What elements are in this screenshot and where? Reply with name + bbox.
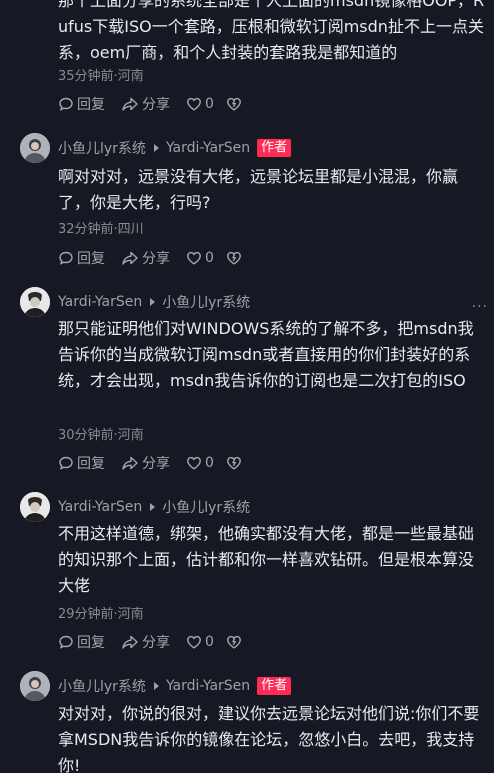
- like-count: 0: [205, 634, 214, 650]
- play-arrow-icon: [150, 503, 156, 511]
- like-icon: [187, 635, 201, 649]
- like-count: 0: [205, 455, 214, 471]
- comment-text: 那个上面分享的系统全部是个人上面的msdn镜像格OOP，Rufus下载ISO一个…: [58, 0, 485, 62]
- share-icon: [122, 456, 138, 470]
- dislike-icon: [227, 456, 241, 470]
- dislike-button[interactable]: [226, 455, 245, 471]
- reply-icon: [59, 251, 73, 265]
- share-label: 分享: [142, 635, 170, 651]
- comment-actions: 回复 分享 0: [58, 453, 245, 473]
- dislike-icon: [227, 635, 241, 649]
- share-label: 分享: [142, 456, 170, 472]
- like-icon: [187, 251, 201, 265]
- like-button[interactable]: 0: [186, 634, 214, 650]
- reply-button[interactable]: 回复: [58, 94, 105, 114]
- username[interactable]: Yardi-YarSen: [58, 294, 142, 310]
- reply-button[interactable]: 回复: [58, 248, 105, 268]
- comment-time-location: 32分钟前·四川: [58, 222, 144, 237]
- username[interactable]: 小鱼儿lyr系统: [58, 138, 146, 158]
- author-badge: 作者: [257, 677, 292, 695]
- share-button[interactable]: 分享: [121, 248, 170, 268]
- share-icon: [122, 635, 138, 649]
- comment-thread: 那个上面分享的系统全部是个人上面的msdn镜像格OOP，Rufus下载ISO一个…: [0, 0, 494, 773]
- like-icon: [187, 456, 201, 470]
- reply-label: 回复: [77, 97, 105, 113]
- comment-text: 那只能证明他们对WINDOWS系统的了解不多，把msdn我告诉你的当成微软订阅m…: [58, 319, 474, 390]
- avatar[interactable]: [20, 492, 50, 522]
- share-label: 分享: [142, 251, 170, 267]
- username[interactable]: 小鱼儿lyr系统: [58, 676, 146, 696]
- comment-time-location: 30分钟前·河南: [58, 428, 144, 443]
- comment-actions: 回复 分享 0: [58, 248, 245, 268]
- reply-label: 回复: [77, 456, 105, 472]
- comment-time-location: 35分钟前·河南: [58, 69, 144, 84]
- share-icon: [122, 251, 138, 265]
- reply-button[interactable]: 回复: [58, 632, 105, 652]
- share-label: 分享: [142, 97, 170, 113]
- like-button[interactable]: 0: [186, 455, 214, 471]
- reply-to-username[interactable]: Yardi-YarSen: [166, 678, 250, 694]
- more-icon[interactable]: ...: [472, 295, 488, 311]
- comment-text: 对对对，你说的很对，建议你去远景论坛对他们说:你们不要拿MSDN我告诉你的镜像在…: [58, 704, 480, 773]
- reply-button[interactable]: 回复: [58, 453, 105, 473]
- share-button[interactable]: 分享: [121, 94, 170, 114]
- play-arrow-icon: [150, 298, 156, 306]
- avatar[interactable]: [20, 133, 50, 163]
- like-count: 0: [205, 96, 214, 112]
- play-arrow-icon: [153, 682, 159, 690]
- comment-time-location: 29分钟前·河南: [58, 607, 144, 622]
- avatar[interactable]: [20, 287, 50, 317]
- comment-header: 小鱼儿lyr系统 Yardi-YarSen 作者: [58, 137, 292, 159]
- reply-to-username[interactable]: 小鱼儿lyr系统: [162, 292, 250, 312]
- dislike-icon: [227, 97, 241, 111]
- dislike-button[interactable]: [226, 96, 245, 112]
- like-count: 0: [205, 250, 214, 266]
- reply-to-username[interactable]: Yardi-YarSen: [166, 140, 250, 156]
- comment-text: 不用这样道德，绑架，他确实都没有大佬，都是一些最基础的知识那个上面，估计都和你一…: [58, 524, 475, 595]
- like-icon: [187, 97, 201, 111]
- dislike-button[interactable]: [226, 250, 245, 266]
- username[interactable]: Yardi-YarSen: [58, 499, 142, 515]
- share-button[interactable]: 分享: [121, 632, 170, 652]
- reply-icon: [59, 635, 73, 649]
- reply-label: 回复: [77, 251, 105, 267]
- comment-actions: 回复 分享 0: [58, 94, 245, 114]
- dislike-icon: [227, 251, 241, 265]
- comment-header: Yardi-YarSen 小鱼儿lyr系统: [58, 496, 250, 518]
- like-button[interactable]: 0: [186, 250, 214, 266]
- share-icon: [122, 97, 138, 111]
- comment-text: 啊对对对，远景没有大佬，远景论坛里都是小混混，你赢了，你是大佬，行吗?: [58, 167, 459, 212]
- reply-to-username[interactable]: 小鱼儿lyr系统: [162, 497, 250, 517]
- comment-actions: 回复 分享 0: [58, 632, 245, 652]
- reply-label: 回复: [77, 635, 105, 651]
- reply-icon: [59, 456, 73, 470]
- comment-header: Yardi-YarSen 小鱼儿lyr系统: [58, 291, 250, 313]
- reply-icon: [59, 97, 73, 111]
- like-button[interactable]: 0: [186, 96, 214, 112]
- author-badge: 作者: [257, 139, 292, 157]
- avatar[interactable]: [20, 671, 50, 701]
- share-button[interactable]: 分享: [121, 453, 170, 473]
- comment-header: 小鱼儿lyr系统 Yardi-YarSen 作者: [58, 675, 292, 697]
- play-arrow-icon: [153, 144, 159, 152]
- dislike-button[interactable]: [226, 634, 245, 650]
